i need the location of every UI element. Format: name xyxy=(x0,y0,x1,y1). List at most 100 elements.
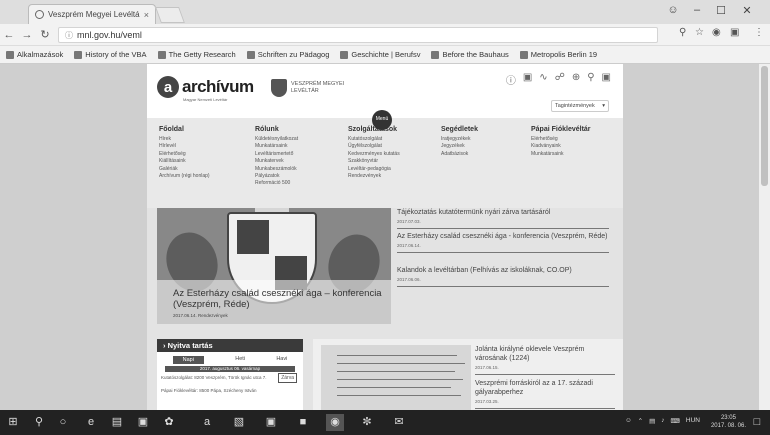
app-icon[interactable]: ▧ xyxy=(230,414,248,431)
menu-item[interactable]: Iratjegyzékek xyxy=(441,136,478,143)
menu-button[interactable]: Menü xyxy=(372,110,392,130)
menu-heading[interactable]: Rólunk xyxy=(255,126,298,133)
scrollbar-thumb[interactable] xyxy=(761,66,768,186)
menu-item[interactable]: Rendezvények xyxy=(348,173,400,180)
menu-item[interactable]: Munkatársaink xyxy=(531,151,591,158)
doc-news-title[interactable]: Jolánta királyné oklevele Veszprém város… xyxy=(475,345,615,363)
news-item[interactable]: Kalandok a levéltárban (Felhívás az isko… xyxy=(397,266,609,287)
sitemap-icon[interactable]: ☍ xyxy=(555,72,565,87)
browser-tab[interactable]: Veszprém Megyei Levéltár × xyxy=(28,4,156,24)
info-icon[interactable]: ⓘ xyxy=(65,30,73,41)
menu-item[interactable]: Kiadványaink xyxy=(531,143,591,150)
app-icon[interactable]: a xyxy=(198,414,216,431)
menu-item[interactable]: Küldetésnyilatkozat xyxy=(255,136,298,143)
menu-item[interactable]: Munkatervek xyxy=(255,158,298,165)
minimize-button[interactable]: – xyxy=(686,4,708,16)
menu-heading[interactable]: Pápai Fióklevéltár xyxy=(531,126,591,133)
menu-heading[interactable]: Főoldal xyxy=(159,126,210,133)
tab-daily[interactable]: Napi xyxy=(172,356,204,364)
menu-item[interactable]: Ügyfélszolgálat xyxy=(348,143,400,150)
tab-close-icon[interactable]: × xyxy=(144,10,149,20)
app-icon[interactable]: ■ xyxy=(294,414,312,431)
image-icon[interactable]: ▣ xyxy=(523,72,532,87)
menu-item[interactable]: Archívum (régi honlap) xyxy=(159,173,210,180)
app-icon[interactable]: ▣ xyxy=(262,414,280,431)
tab-monthly[interactable]: Havi xyxy=(276,356,287,364)
extension-icon[interactable]: ◉ xyxy=(712,27,721,38)
news-item[interactable]: Tájékoztatás kutatótermünk nyári zárva t… xyxy=(397,208,609,229)
people-icon[interactable]: ☺ xyxy=(625,417,632,425)
charter-image[interactable] xyxy=(321,345,471,410)
doc-news-item[interactable]: Jolánta királyné oklevele Veszprém város… xyxy=(475,345,615,375)
menu-item[interactable]: Kedvezményes kutatás xyxy=(348,151,400,158)
edge-icon[interactable]: e xyxy=(82,414,100,431)
zoom-icon[interactable]: ⚲ xyxy=(679,27,686,38)
institution-select[interactable]: Tagintézmények ▾ xyxy=(551,100,609,112)
slide-title[interactable]: Az Esterházy család csesznéki ága – konf… xyxy=(173,288,391,310)
star-icon[interactable]: ☆ xyxy=(695,27,704,38)
globe-icon[interactable]: ⊕ xyxy=(572,72,580,87)
lock-icon[interactable]: ▣ xyxy=(602,72,611,87)
windows-start-icon[interactable]: ⊞ xyxy=(4,414,22,431)
menu-item[interactable]: Adatbázisok xyxy=(441,151,478,158)
url-field[interactable]: ⓘ mnl.gov.hu/veml xyxy=(58,27,658,43)
app-icon[interactable]: ✼ xyxy=(358,414,376,431)
forward-icon[interactable]: → xyxy=(18,29,36,41)
menu-item[interactable]: Levéltárismertető xyxy=(255,151,298,158)
menu-heading[interactable]: Szolgáltatások xyxy=(348,126,400,133)
back-icon[interactable]: ← xyxy=(0,29,18,41)
menu-item[interactable]: Munkabeszámolók xyxy=(255,166,298,173)
account-icon[interactable]: ☺ xyxy=(662,4,684,16)
task-view-icon[interactable]: ○ xyxy=(54,414,72,431)
file-explorer-icon[interactable]: ▤ xyxy=(108,414,126,431)
menu-item[interactable]: Elérhetőség xyxy=(159,151,210,158)
tab-weekly[interactable]: Heti xyxy=(235,356,245,364)
menu-item[interactable]: Levéltár-pedagógia xyxy=(348,166,400,173)
menu-item[interactable]: Galériák xyxy=(159,166,210,173)
search-icon[interactable]: ⚲ xyxy=(30,414,48,431)
doc-news-item[interactable]: Veszprémi forráskiról az a 17. századi g… xyxy=(475,379,615,409)
news-title[interactable]: Kalandok a levéltárban (Felhívás az isko… xyxy=(397,266,609,275)
search-icon[interactable]: ⚲ xyxy=(587,72,594,87)
bookmark-item[interactable]: History of the VBA xyxy=(74,50,147,59)
app-icon[interactable]: ✿ xyxy=(160,414,178,431)
bookmark-apps[interactable]: Alkalmazások xyxy=(6,50,63,59)
chrome-icon[interactable]: ◉ xyxy=(326,414,344,431)
maximize-button[interactable]: ☐ xyxy=(710,4,732,17)
bookmark-item[interactable]: Schriften zu Pädagog xyxy=(246,50,329,59)
menu-heading[interactable]: Segédletek xyxy=(441,126,478,133)
close-window-button[interactable]: ✕ xyxy=(736,4,758,17)
menu-item[interactable]: Elérhetőség xyxy=(531,136,591,143)
menu-item[interactable]: Reformáció 500 xyxy=(255,180,298,187)
news-item[interactable]: Az Esterházy család csesznéki ága - konf… xyxy=(397,232,609,253)
menu-item[interactable]: Munkatársaink xyxy=(255,143,298,150)
info-icon[interactable]: ⓘ xyxy=(506,72,516,87)
featured-slide[interactable]: Az Esterházy család csesznéki ága – konf… xyxy=(157,208,391,324)
bookmark-item[interactable]: Before the Bauhaus xyxy=(431,50,509,59)
archive-name[interactable]: VESZPRÉM MEGYEI LEVÉLTÁR xyxy=(291,81,361,95)
news-title[interactable]: Tájékoztatás kutatótermünk nyári zárva t… xyxy=(397,208,609,217)
new-tab-button[interactable] xyxy=(155,7,185,23)
network-icon[interactable]: ▤ xyxy=(649,417,655,425)
keyboard-icon[interactable]: ⌨ xyxy=(671,417,680,425)
bookmark-item[interactable]: The Getty Research xyxy=(157,50,236,59)
reload-icon[interactable]: ↻ xyxy=(36,28,54,41)
volume-icon[interactable]: ♪ xyxy=(661,417,664,425)
menu-item[interactable]: Pályázatok xyxy=(255,173,298,180)
mail-icon[interactable]: ✉ xyxy=(390,414,408,431)
rss-icon[interactable]: ∿ xyxy=(539,72,547,87)
notifications-icon[interactable]: □ xyxy=(748,414,766,431)
menu-item[interactable]: Szakkönyvtár xyxy=(348,158,400,165)
store-icon[interactable]: ▣ xyxy=(134,414,152,431)
archivum-logo[interactable]: a archívum Magyar Nemzeti Levéltár xyxy=(157,76,254,102)
menu-dots-icon[interactable]: ⋮ xyxy=(754,27,764,38)
doc-news-title[interactable]: Veszprémi forráskiról az a 17. századi g… xyxy=(475,379,615,397)
extension-2-icon[interactable]: ▣ xyxy=(730,27,739,38)
language-indicator[interactable]: HUN xyxy=(686,417,700,425)
news-title[interactable]: Az Esterházy család csesznéki ága - konf… xyxy=(397,232,609,241)
bookmark-item[interactable]: Metropolis Berlin 19 xyxy=(519,50,597,59)
clock[interactable]: 23:05 2017. 08. 06. xyxy=(711,414,746,430)
chevron-up-icon[interactable]: ⌃ xyxy=(638,417,643,425)
menu-item[interactable]: Kiállításaink xyxy=(159,158,210,165)
menu-item[interactable]: Hírek xyxy=(159,136,210,143)
